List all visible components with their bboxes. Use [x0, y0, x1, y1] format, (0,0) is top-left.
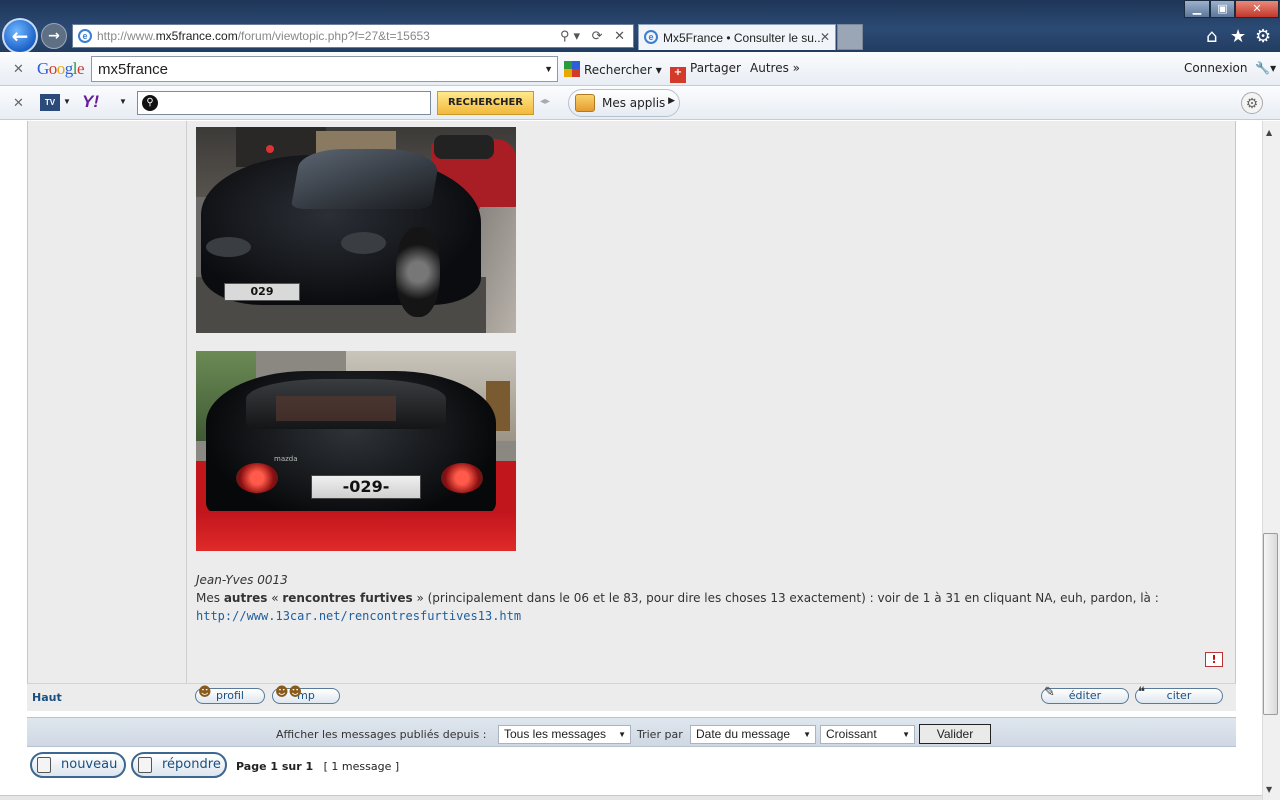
- trier-select[interactable]: Date du message ▼: [690, 725, 816, 744]
- afficher-select[interactable]: Tous les messages ▼: [498, 725, 631, 744]
- yahoo-search-button[interactable]: RECHERCHER: [437, 91, 534, 115]
- nouveau-button[interactable]: nouveau: [30, 752, 126, 778]
- chevron-right-icon: ▶: [668, 96, 675, 106]
- chevron-down-icon[interactable]: ▼: [119, 97, 127, 106]
- sort-bar: Afficher les messages publiés depuis : T…: [27, 717, 1236, 747]
- valider-button[interactable]: Valider: [919, 724, 991, 744]
- favorites-star-icon[interactable]: ★: [1230, 26, 1246, 47]
- ie-page-icon: e: [78, 29, 92, 43]
- post-author-column-divider: [186, 121, 187, 711]
- google-logo: Google: [37, 59, 85, 78]
- editer-button[interactable]: ✎ éditer: [1041, 685, 1129, 704]
- edit-pencil-icon: ✎: [1044, 685, 1055, 700]
- license-plate: -029-: [311, 475, 421, 499]
- tab-title: Mx5France • Consulter le su...: [663, 31, 824, 45]
- back-to-top-link[interactable]: Haut: [32, 691, 62, 704]
- brand-label: mazda: [274, 455, 298, 463]
- quote-icon: ❝: [1138, 685, 1145, 700]
- user-icon: ☻: [198, 685, 212, 700]
- forward-button[interactable]: →: [41, 23, 67, 49]
- chevron-down-icon: ▼: [618, 730, 626, 739]
- address-url: http://www.mx5france.com/forum/viewtopic…: [97, 29, 430, 43]
- share-icon: +: [670, 67, 686, 83]
- settings-gear-icon[interactable]: ⚙: [1241, 92, 1263, 114]
- profil-button[interactable]: ☻ profil: [195, 685, 265, 704]
- autres-button[interactable]: Autres »: [750, 61, 800, 75]
- signature-text: Mes autres « rencontres furtives » (prin…: [196, 591, 1159, 605]
- mp-button[interactable]: ☻☻ mp: [272, 685, 340, 704]
- photo-mx5-rear: mazda -029-: [196, 351, 516, 551]
- signature-name: Jean-Yves 0013: [196, 573, 288, 587]
- ie-tab-icon: e: [644, 30, 658, 44]
- license-plate: 029: [224, 283, 300, 301]
- rechercher-button[interactable]: Rechercher ▾: [564, 61, 662, 77]
- search-icon: ⚲: [142, 95, 158, 111]
- yahoo-logo[interactable]: Y!: [82, 92, 99, 112]
- back-button[interactable]: ←: [2, 18, 38, 54]
- tools-gear-icon[interactable]: ⚙: [1255, 26, 1271, 47]
- google-search-input[interactable]: mx5france ▼: [91, 56, 558, 82]
- new-tab-button[interactable]: [837, 24, 863, 50]
- page-number: Page 1 sur 1: [236, 760, 314, 773]
- mes-applis-button[interactable]: Mes applis ▶: [568, 89, 680, 117]
- order-select[interactable]: Croissant ▼: [820, 725, 915, 744]
- reply-icon: [138, 757, 152, 773]
- close-toolbar-icon[interactable]: ✕: [13, 61, 24, 77]
- report-post-icon[interactable]: !: [1205, 652, 1223, 667]
- chevron-down-icon: ▼: [902, 730, 910, 739]
- signature-link[interactable]: http://www.13car.net/rencontresfurtives1…: [196, 609, 521, 623]
- close-toolbar-icon[interactable]: ✕: [13, 95, 24, 111]
- tab-mx5france[interactable]: e Mx5France • Consulter le su... ✕: [638, 24, 836, 50]
- resize-grip-icon[interactable]: ◂▸: [540, 96, 550, 107]
- scroll-down-icon[interactable]: ▼: [1266, 785, 1272, 794]
- mes-applis-label: Mes applis: [602, 96, 666, 110]
- chevron-down-icon[interactable]: ▼: [544, 64, 553, 74]
- page-viewport: 029 mazda -029- Jean-Yves 0013 Mes autre…: [0, 121, 1262, 800]
- new-topic-icon: [37, 757, 51, 773]
- post-signature: Jean-Yves 0013 Mes autres « rencontres f…: [196, 571, 1196, 625]
- maximize-button[interactable]: ▣: [1210, 0, 1235, 18]
- chevron-down-icon[interactable]: ▼: [63, 97, 71, 106]
- chevron-down-icon: ▼: [803, 730, 811, 739]
- scroll-up-icon[interactable]: ▲: [1266, 128, 1272, 137]
- partager-button[interactable]: + Partager: [670, 61, 741, 83]
- trier-label: Trier par: [637, 728, 683, 741]
- users-icon: ☻☻: [275, 685, 303, 700]
- status-bar: [0, 795, 1262, 800]
- yahoo-search-input[interactable]: ⚲: [137, 91, 431, 115]
- citer-button[interactable]: ❝ citer: [1135, 685, 1223, 704]
- pagination-info: Page 1 sur 1 [ 1 message ]: [236, 760, 399, 773]
- repondre-button[interactable]: répondre: [131, 752, 227, 778]
- message-count: [ 1 message ]: [323, 760, 400, 773]
- afficher-label: Afficher les messages publiés depuis :: [276, 728, 487, 741]
- address-bar[interactable]: e http://www.mx5france.com/forum/viewtop…: [72, 24, 634, 48]
- scrollbar-thumb[interactable]: [1263, 533, 1278, 715]
- address-tools-icons[interactable]: ⚲▾ ⟳ ✕: [560, 28, 629, 44]
- apps-icon: [575, 94, 595, 112]
- home-icon[interactable]: ⌂: [1206, 26, 1217, 47]
- minimize-button[interactable]: ▁: [1184, 0, 1210, 18]
- photo-mx5-front: 029: [196, 127, 516, 333]
- connexion-button[interactable]: Connexion 🔧▾: [1184, 61, 1276, 75]
- google-search-icon: [564, 61, 580, 77]
- tab-close-icon[interactable]: ✕: [820, 30, 830, 44]
- tv-icon[interactable]: TV: [40, 94, 60, 111]
- close-window-button[interactable]: ✕: [1235, 0, 1279, 18]
